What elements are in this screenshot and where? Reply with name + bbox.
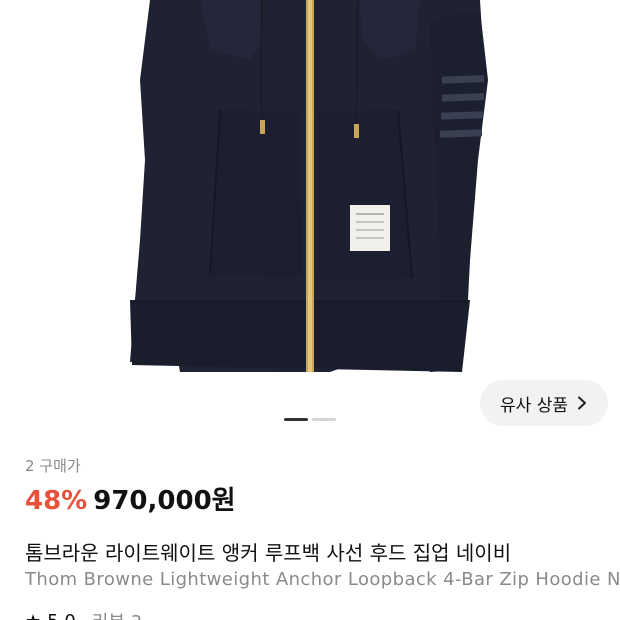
product-image[interactable]	[0, 0, 620, 440]
pager-dot-active[interactable]	[284, 418, 308, 421]
hoodie-photo	[130, 0, 488, 372]
similar-products-label: 유사 상품	[500, 395, 568, 416]
product-title-korean: 톰브라운 라이트웨이트 앵커 루프백 사선 후드 집업 네이비	[25, 541, 512, 565]
rating-row[interactable]: ★ 5.0 리뷰 3	[25, 608, 142, 620]
star-icon: ★	[25, 611, 41, 620]
product-title-english: Thom Browne Lightweight Anchor Loopback …	[25, 569, 620, 590]
similar-products-button[interactable]: 유사 상품	[480, 380, 608, 426]
pager-dot[interactable]	[312, 418, 336, 421]
buyers-count: 2 구매가	[25, 457, 81, 475]
reviews-link[interactable]: 리뷰 3	[92, 608, 142, 620]
price: 970,000원	[93, 486, 236, 516]
image-pager[interactable]	[284, 418, 336, 421]
rating-score: 5.0	[47, 611, 76, 620]
discount-rate: 48%	[25, 486, 88, 516]
chevron-right-icon	[577, 396, 586, 410]
price-row: 48% 970,000원	[25, 480, 236, 517]
